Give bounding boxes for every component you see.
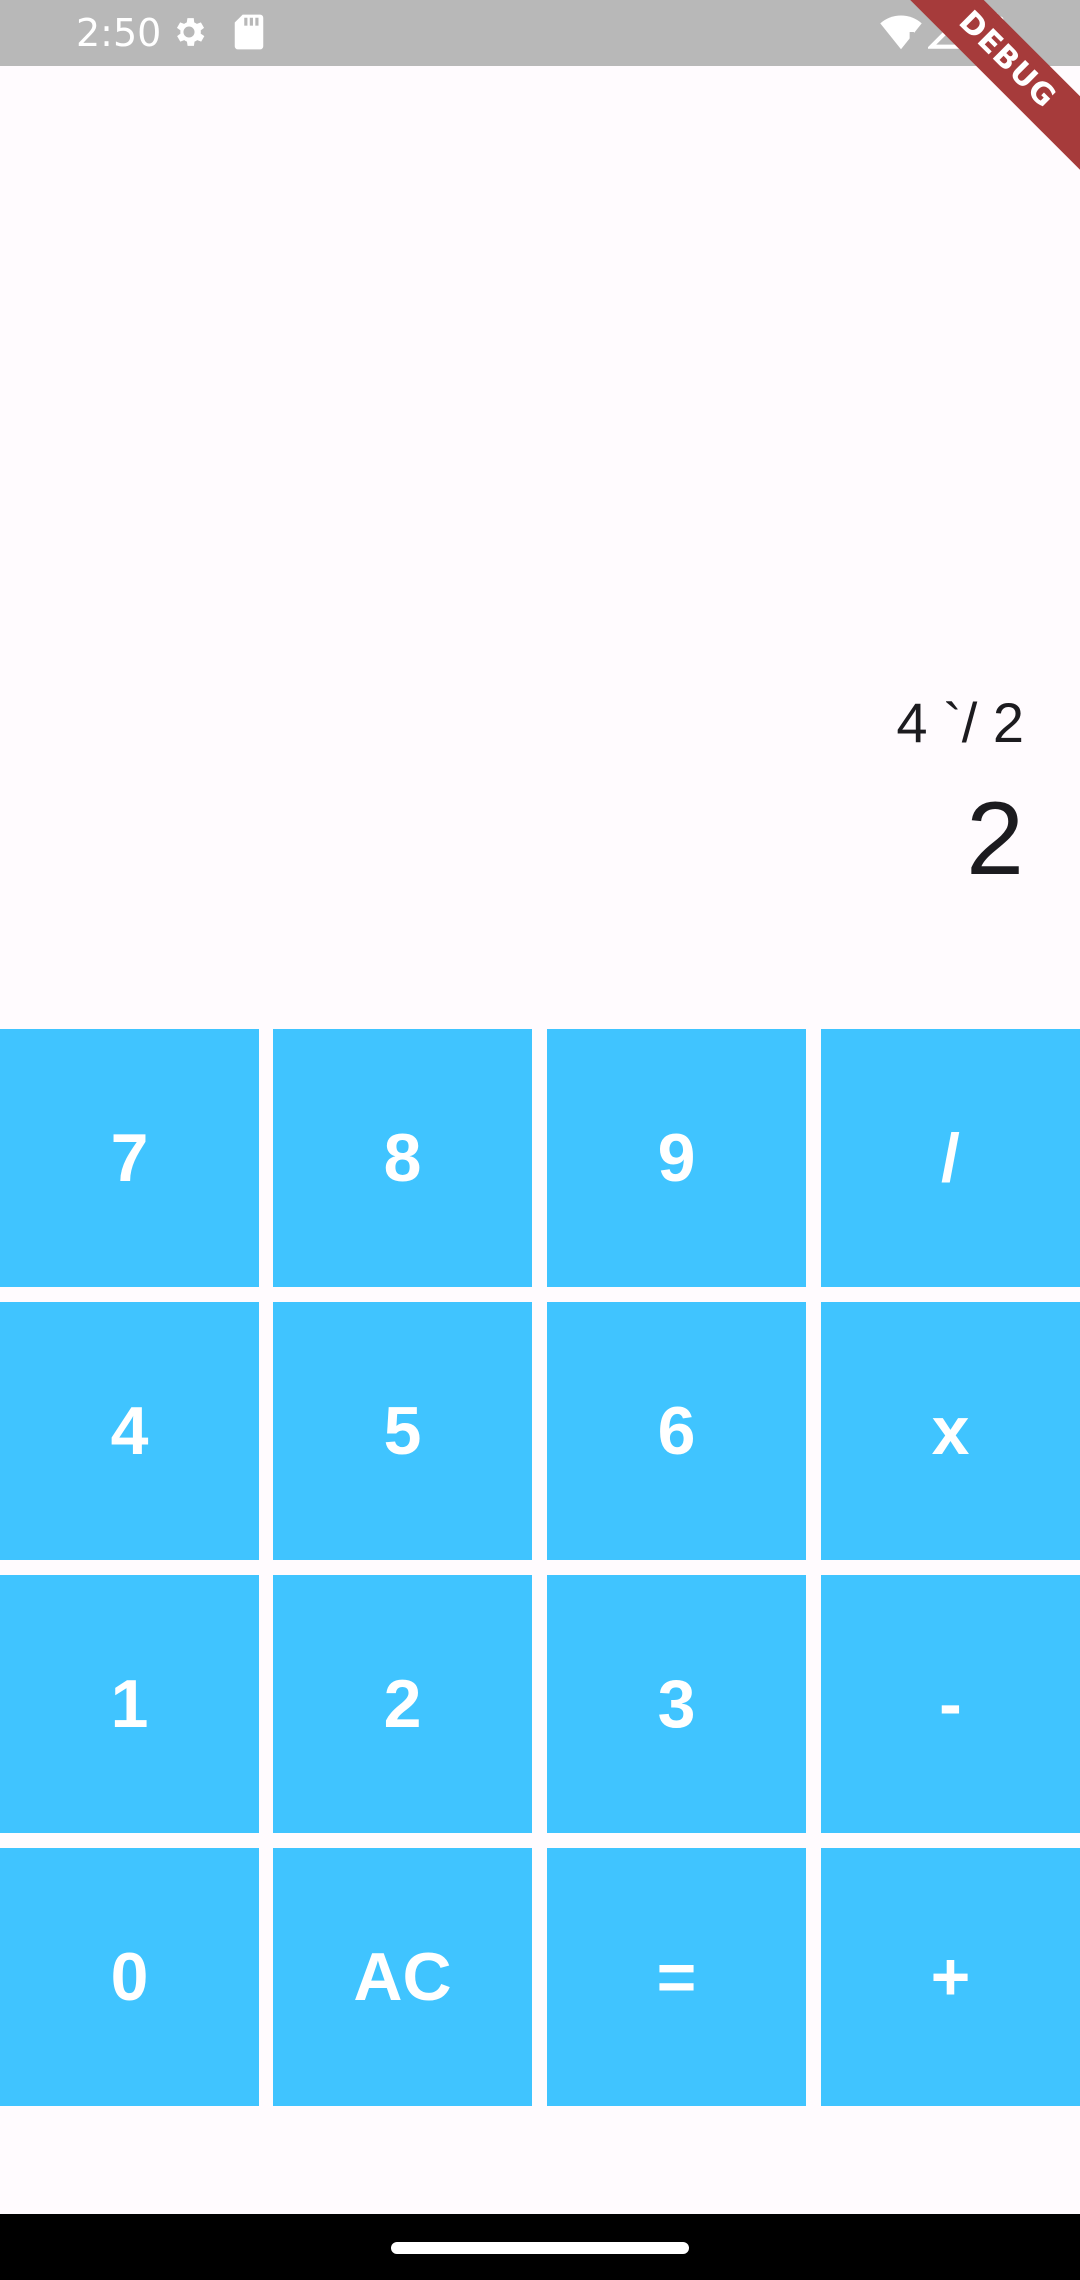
settings-icon [170,13,208,56]
key-5[interactable]: 5 [273,1302,532,1560]
key-9[interactable]: 9 [547,1029,806,1287]
key-6[interactable]: 6 [547,1302,806,1560]
status-bar: 2:50 DEBUG [0,0,1080,181]
expression-display: 4 `/ 2 [896,691,1024,754]
key-1[interactable]: 1 [0,1575,259,1833]
key-add[interactable]: + [821,1848,1080,2106]
key-8[interactable]: 8 [273,1029,532,1287]
key-2[interactable]: 2 [273,1575,532,1833]
key-clear[interactable]: AC [273,1848,532,2106]
key-divide[interactable]: / [821,1029,1080,1287]
home-gesture-handle[interactable] [391,2242,689,2254]
key-7[interactable]: 7 [0,1029,259,1287]
key-0[interactable]: 0 [0,1848,259,2106]
result-display: 2 [966,781,1024,897]
key-subtract[interactable]: - [821,1575,1080,1833]
wifi-icon [880,13,922,56]
keypad: 7 8 9 / 4 5 6 x 1 2 3 - 0 AC = + [0,1029,1080,2107]
key-3[interactable]: 3 [547,1575,806,1833]
sd-card-icon [232,13,266,56]
key-multiply[interactable]: x [821,1302,1080,1560]
key-4[interactable]: 4 [0,1302,259,1560]
status-time: 2:50 [76,11,162,55]
key-equals[interactable]: = [547,1848,806,2106]
navigation-bar [0,2214,1080,2280]
